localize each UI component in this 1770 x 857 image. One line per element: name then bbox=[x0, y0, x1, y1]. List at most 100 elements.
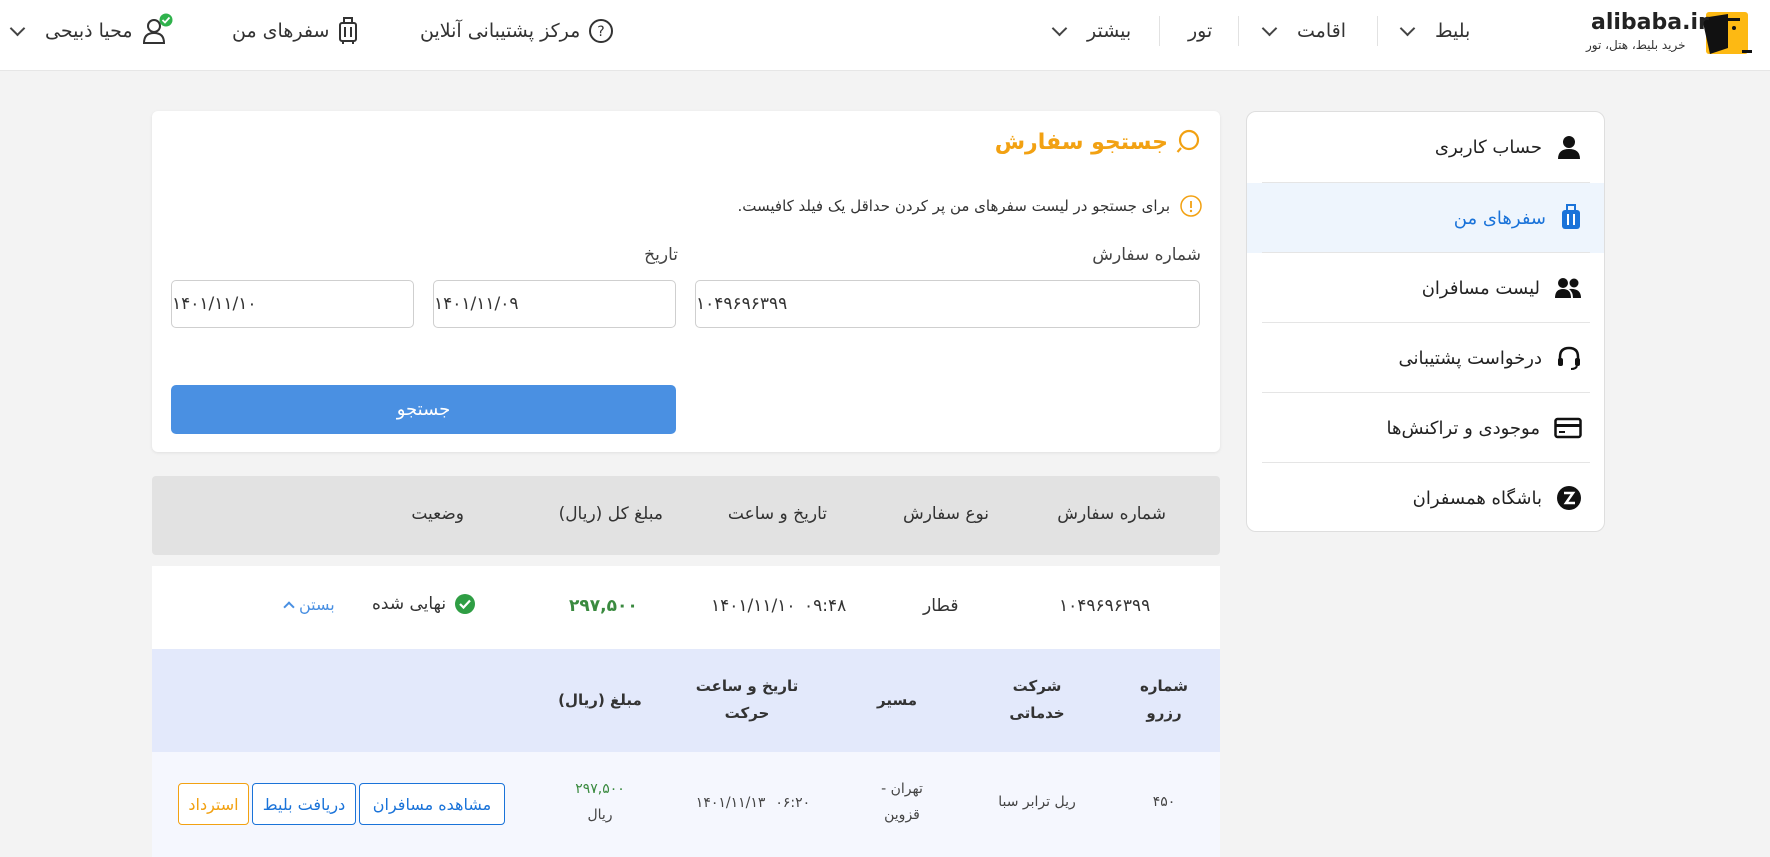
order-number-field[interactable]: ۱۰۴۹۶۹۶۳۹۹ bbox=[695, 280, 1200, 328]
col-status: وضعیت bbox=[411, 504, 464, 524]
move-date: ۱۴۰۱/۱۱/۱۳ bbox=[695, 795, 766, 811]
nav-more[interactable]: بیشتر bbox=[1051, 14, 1132, 48]
collapse-row-button[interactable]: بستن bbox=[283, 595, 335, 614]
search-button-label: جستجو bbox=[396, 399, 451, 420]
col-move-datetime: تاریخ و ساعت حرکت bbox=[687, 673, 807, 727]
date-to-field[interactable]: ۱۴۰۱/۱۱/۱۰ bbox=[171, 280, 414, 328]
chevron-down-icon bbox=[1051, 20, 1068, 36]
nav-ticket-label: بلیط bbox=[1435, 20, 1471, 42]
move-time: ۰۶:۲۰ bbox=[775, 795, 811, 811]
order-date-cell: ۱۴۰۱/۱۱/۱۰ bbox=[711, 596, 796, 616]
club-icon bbox=[1557, 486, 1581, 510]
search-button[interactable]: جستجو bbox=[171, 385, 676, 434]
nav-ticket[interactable]: بلیط bbox=[1399, 14, 1471, 48]
order-time-cell: ۰۹:۴۸ bbox=[804, 596, 847, 616]
orders-table-header: شماره سفارش نوع سفارش تاریخ و ساعت مبلغ … bbox=[152, 476, 1220, 555]
refund-label: استرداد bbox=[188, 794, 239, 814]
route-destination: قزوین bbox=[884, 807, 920, 823]
download-ticket-label: دریافت بلیط bbox=[262, 794, 346, 814]
order-number-cell: ۱۰۴۹۶۹۶۳۹۹ bbox=[1059, 596, 1151, 616]
col-move-datetime-line2: حرکت bbox=[724, 704, 770, 722]
download-ticket-button[interactable]: دریافت بلیط bbox=[252, 783, 356, 825]
user-name: محیا ذبیحی bbox=[45, 20, 133, 42]
logo[interactable]: alibaba.ir خرید بلیط، هتل، تور bbox=[1580, 6, 1760, 58]
nav-divider bbox=[1238, 16, 1239, 46]
company-cell: ریل ترابر سبا bbox=[998, 794, 1076, 810]
card-icon bbox=[1554, 417, 1582, 439]
col-total: مبلغ کل (ریال) bbox=[558, 504, 663, 524]
order-type-cell: قطار bbox=[923, 596, 959, 616]
view-passengers-label: مشاهده مسافران bbox=[372, 794, 492, 814]
my-trips-link[interactable]: سفرهای من bbox=[232, 14, 359, 48]
sidebar-item-label: سفرهای من bbox=[1453, 207, 1546, 229]
route-cell: تهران - قزوین bbox=[857, 776, 947, 828]
date-from-field[interactable]: ۱۴۰۱/۱۱/۰۹ bbox=[433, 280, 676, 328]
nav-stay[interactable]: اقامت bbox=[1261, 14, 1346, 48]
collapse-label: بستن bbox=[299, 595, 335, 614]
view-passengers-button[interactable]: مشاهده مسافران bbox=[359, 783, 505, 825]
move-datetime-cell: ۱۴۰۱/۱۱/۱۳ ۰۶:۲۰ bbox=[693, 795, 813, 811]
amount-cell: ۲۹۷,۵۰۰ ریال bbox=[545, 776, 655, 828]
col-amount: مبلغ (ریال) bbox=[545, 687, 655, 714]
headset-icon bbox=[1558, 346, 1580, 370]
details-table-header: شماره رزرو شرکت خدماتی مسیر تاریخ و ساعت… bbox=[152, 649, 1220, 752]
users-icon bbox=[1555, 278, 1581, 298]
col-order-type: نوع سفارش bbox=[902, 504, 989, 524]
nav-divider bbox=[1159, 16, 1160, 46]
col-reserve-number-line2: رزرو bbox=[1146, 704, 1182, 722]
refund-button[interactable]: استرداد bbox=[178, 783, 249, 825]
nav-divider bbox=[1377, 16, 1378, 46]
table-row[interactable]: ۱۰۴۹۶۹۶۳۹۹ قطار ۱۴۰۱/۱۱/۱۰ ۰۹:۴۸ ۲۹۷,۵۰۰… bbox=[152, 566, 1220, 649]
col-order-number: شماره سفارش bbox=[1057, 504, 1166, 524]
info-icon bbox=[1180, 195, 1202, 217]
user-menu[interactable]: محیا ذبیحی bbox=[9, 13, 173, 48]
status-badge: نهایی شده bbox=[372, 593, 476, 615]
nav-tour[interactable]: تور bbox=[1188, 14, 1212, 48]
sidebar-item-account[interactable]: حساب کاربری bbox=[1247, 112, 1604, 182]
search-title-text: جستجو سفارش bbox=[994, 129, 1168, 155]
col-reserve-number-line1: شماره bbox=[1140, 677, 1188, 695]
col-reserve-number: شماره رزرو bbox=[1129, 673, 1199, 727]
order-number-value: ۱۰۴۹۶۹۶۳۹۹ bbox=[696, 294, 788, 314]
sidebar-item-support[interactable]: درخواست پشتیبانی bbox=[1247, 323, 1604, 393]
support-label: مرکز پشتیبانی آنلاین bbox=[420, 20, 581, 42]
sidebar-item-club[interactable]: باشگاه همسفران bbox=[1247, 463, 1604, 531]
col-move-datetime-line1: تاریخ و ساعت bbox=[695, 677, 799, 695]
sidebar-item-passengers[interactable]: لیست مسافران bbox=[1247, 253, 1604, 323]
verified-check-icon bbox=[159, 13, 173, 27]
col-amount-label: مبلغ (ریال) bbox=[558, 691, 642, 709]
sidebar-item-label: موجودی و تراکنش‌ها bbox=[1386, 417, 1540, 439]
nav-tour-label: تور bbox=[1188, 20, 1213, 42]
route-origin: تهران - bbox=[881, 781, 923, 797]
amount-currency: ریال bbox=[587, 807, 613, 823]
search-title: جستجو سفارش bbox=[995, 129, 1202, 155]
order-search-card: جستجو سفارش برای جستجو در لیست سفرهای من… bbox=[152, 111, 1220, 452]
date-from-value: ۱۴۰۱/۱۱/۰۹ bbox=[434, 294, 519, 314]
chevron-down-icon bbox=[1261, 20, 1278, 36]
help-circle-icon: ? bbox=[589, 19, 614, 43]
sidebar-item-my-trips[interactable]: سفرهای من bbox=[1247, 183, 1604, 253]
sidebar-item-wallet[interactable]: موجودی و تراکنش‌ها bbox=[1247, 393, 1604, 463]
reserve-number-cell: ۴۵۰ bbox=[1152, 794, 1176, 810]
top-header: alibaba.ir خرید بلیط، هتل، تور بلیط اقام… bbox=[0, 0, 1770, 71]
user-avatar bbox=[141, 13, 173, 46]
svg-text:?: ? bbox=[598, 24, 605, 40]
chevron-down-icon bbox=[9, 20, 26, 36]
account-sidebar: حساب کاربری سفرهای من لیست مسافران درخوا… bbox=[1246, 111, 1605, 532]
sidebar-item-label: باشگاه همسفران bbox=[1412, 487, 1542, 509]
support-center-link[interactable]: مرکز پشتیبانی آنلاین ? bbox=[420, 14, 614, 48]
suitcase-icon bbox=[339, 17, 358, 44]
col-company: شرکت خدماتی bbox=[992, 673, 1082, 727]
search-icon bbox=[1176, 129, 1200, 153]
sidebar-item-label: حساب کاربری bbox=[1434, 136, 1542, 158]
sidebar-item-label: لیست مسافران bbox=[1421, 277, 1540, 299]
check-circle-icon bbox=[455, 594, 476, 614]
col-datetime: تاریخ و ساعت bbox=[727, 504, 827, 524]
chevron-up-icon bbox=[283, 600, 295, 613]
my-trips-label: سفرهای من bbox=[232, 20, 330, 42]
chevron-down-icon bbox=[1399, 20, 1416, 36]
search-info-text: برای جستجو در لیست سفرهای من پر کردن حدا… bbox=[737, 197, 1171, 215]
amount-value: ۲۹۷,۵۰۰ bbox=[575, 781, 625, 797]
col-company-line2: خدماتی bbox=[1009, 704, 1065, 722]
nav-more-label: بیشتر bbox=[1087, 20, 1132, 42]
